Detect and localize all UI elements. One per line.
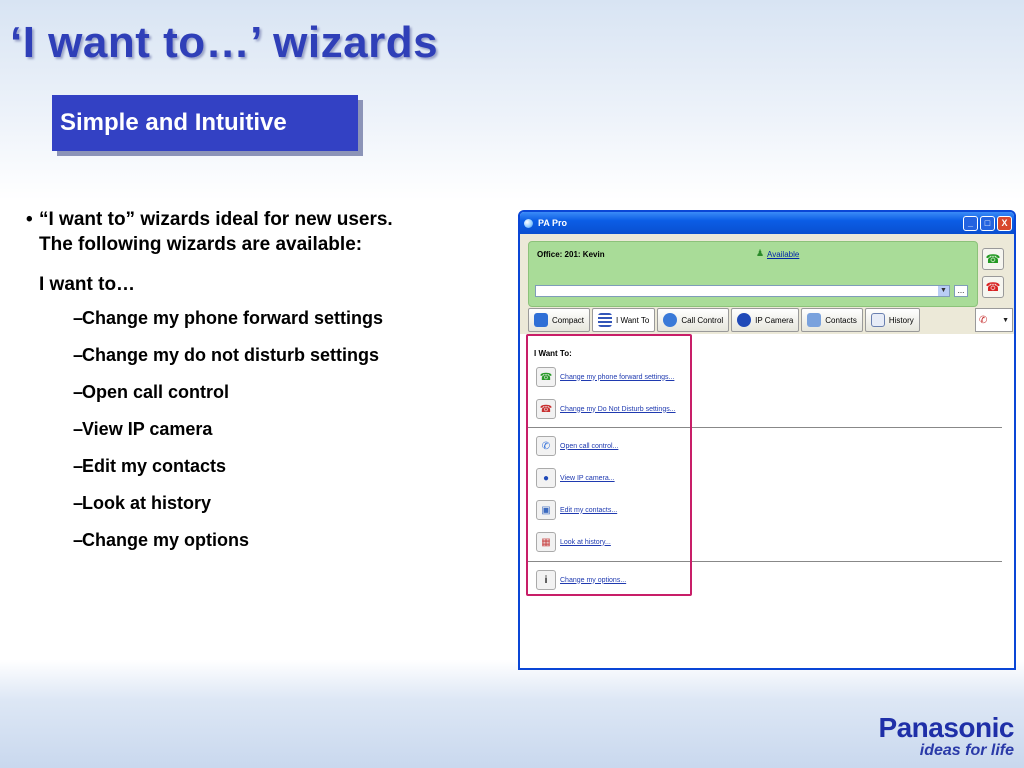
office-label: Office: 201: Kevin xyxy=(537,250,605,259)
hangup-call-button[interactable]: ☎ xyxy=(982,276,1004,298)
window-titlebar[interactable]: PA Pro _ □ X xyxy=(520,212,1014,234)
subtitle-text: Simple and Intuitive xyxy=(60,109,287,136)
list-item: – Change my options xyxy=(73,530,250,550)
chevron-down-icon: ▼ xyxy=(1002,316,1009,324)
minimize-button[interactable]: _ xyxy=(963,215,978,231)
bullet-dot: • xyxy=(26,209,33,230)
brand-tagline: ideas for life xyxy=(919,742,1014,759)
subtitle-banner: Simple and Intuitive xyxy=(52,95,358,151)
phone-icon xyxy=(663,313,678,327)
chevron-down-icon[interactable]: ▼ xyxy=(938,286,949,296)
wizard-list: – Change my phone forward settings – Chang… xyxy=(26,308,496,567)
list-icon xyxy=(598,313,613,327)
slide-title: ‘I want to…’ wizards xyxy=(10,18,439,67)
answer-call-button[interactable]: ☎ xyxy=(982,248,1004,270)
options-menu-button[interactable]: ✆ ▼ xyxy=(975,308,1013,332)
availability-link[interactable]: Available xyxy=(767,250,799,259)
brand-logo: Panasonic ideas for life xyxy=(878,714,1014,760)
list-item: – Change my do not disturb settings xyxy=(73,345,380,365)
main-bullet-line1: “I want to” wizards ideal for new users. xyxy=(39,209,393,230)
tab-history[interactable]: History xyxy=(864,308,920,332)
browse-button[interactable]: ... xyxy=(954,285,968,297)
tab-contacts[interactable]: Contacts xyxy=(801,308,863,332)
tab-i-want-to[interactable]: I Want To xyxy=(592,308,656,332)
list-item: – Change my phone forward settings xyxy=(73,308,384,328)
main-bullet-line2: The following wizards are available: xyxy=(39,234,363,255)
phone-options-icon: ✆ xyxy=(979,314,988,326)
close-button[interactable]: X xyxy=(997,215,1012,231)
tab-call-control[interactable]: Call Control xyxy=(657,308,730,332)
bullet-list: • “I want to” wizards ideal for new user… xyxy=(26,207,496,567)
window-title: PA Pro xyxy=(538,218,568,228)
hangup-phone-icon: ☎ xyxy=(985,280,1001,294)
lead-text: I want to… xyxy=(39,274,136,295)
main-bullet: • “I want to” wizards ideal for new user… xyxy=(26,207,496,257)
main-bullet-text: “I want to” wizards ideal for new users.… xyxy=(39,207,393,257)
app-icon xyxy=(524,218,533,228)
compact-icon xyxy=(534,313,548,327)
contacts-icon xyxy=(807,313,822,327)
list-item: – Edit my contacts xyxy=(73,456,227,476)
tab-ip-camera[interactable]: IP Camera xyxy=(731,308,800,332)
camera-icon xyxy=(737,313,752,327)
list-item: – View IP camera xyxy=(73,419,213,439)
list-item: – Open call control xyxy=(73,382,230,402)
highlight-frame xyxy=(526,334,692,596)
tab-compact[interactable]: Compact xyxy=(528,308,591,332)
dial-combobox[interactable]: ▼ xyxy=(535,285,950,297)
toolbar-area: Office: 201: Kevin ♟ Available ▼ ... ☎ ☎… xyxy=(520,234,1014,334)
person-icon: ♟ xyxy=(756,248,765,258)
maximize-button[interactable]: □ xyxy=(980,215,995,231)
calendar-icon xyxy=(870,313,885,327)
answer-phone-icon: ☎ xyxy=(985,252,1001,266)
list-item: – Look at history xyxy=(73,493,212,513)
brand-name: Panasonic xyxy=(878,712,1014,743)
pa-pro-window: PA Pro _ □ X Office: 201: Kevin ♟ Availa… xyxy=(518,210,1016,670)
status-panel: Office: 201: Kevin ♟ Available ▼ ... xyxy=(528,241,978,307)
tab-bar: Compact I Want To Call Control IP Camera… xyxy=(528,308,920,332)
